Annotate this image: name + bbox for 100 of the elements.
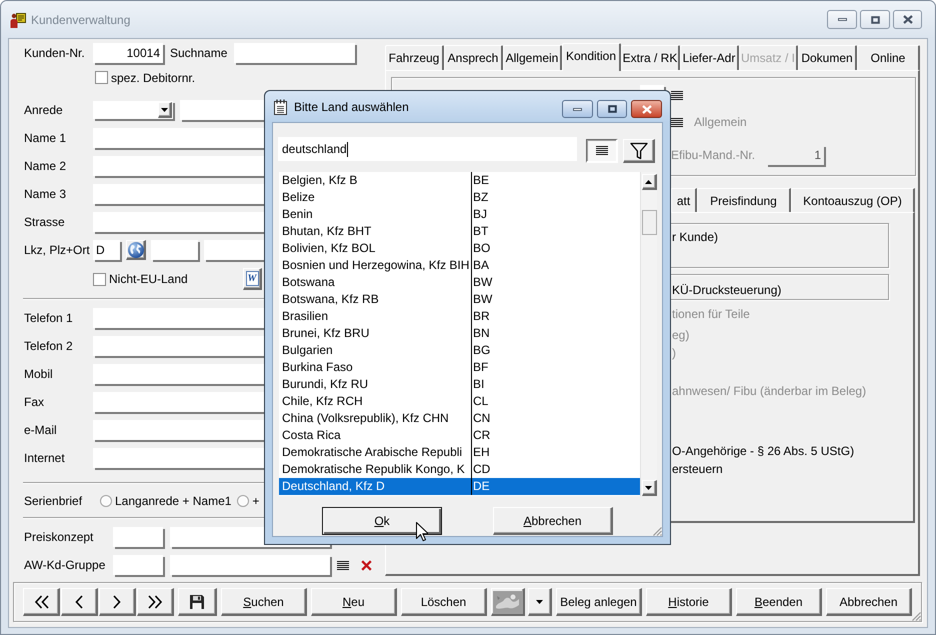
list-row[interactable]: Chile, Kfz RCH CL	[279, 393, 640, 410]
search-name-field[interactable]	[234, 43, 355, 63]
text-field[interactable]	[93, 392, 264, 412]
tab[interactable]: Liefer-Adr	[680, 45, 739, 70]
word-button[interactable]: W	[243, 268, 262, 290]
text-field[interactable]	[93, 448, 264, 468]
list-row[interactable]: Belize BZ	[279, 189, 640, 206]
toolbar-button[interactable]: Löschen	[401, 588, 487, 616]
list-row[interactable]: Belgien, Kfz B BE	[279, 172, 640, 189]
maximize-button[interactable]	[597, 100, 627, 118]
text-field[interactable]	[93, 308, 264, 328]
list-row[interactable]: Brunei, Kfz BRU BN	[279, 325, 640, 342]
tab[interactable]: Allgemein	[503, 45, 562, 70]
tab[interactable]: Extra / RK	[621, 45, 680, 70]
toolbar-button[interactable]: Neu	[311, 588, 397, 616]
dropdown-field[interactable]	[93, 101, 173, 119]
save-button[interactable]	[178, 588, 217, 616]
country-name: Botswana, Kfz RB	[279, 291, 472, 308]
country-name: China (Volksrepublik), Kfz CHN	[279, 410, 472, 427]
country-code: BO	[472, 240, 490, 257]
toolbar-button[interactable]: Abbrechen	[826, 588, 912, 616]
list-row[interactable]: Botswana, Kfz RB BW	[279, 291, 640, 308]
last-button[interactable]	[137, 588, 174, 616]
search-field[interactable]: deutschland	[278, 137, 577, 161]
list-icon[interactable]	[671, 118, 683, 126]
globe-button[interactable]	[126, 240, 146, 260]
minimize-button[interactable]	[562, 100, 593, 118]
dialog-button[interactable]: Abbrechen	[493, 507, 613, 535]
previous-button[interactable]	[61, 588, 98, 616]
toolbar-button[interactable]: Beenden	[736, 588, 822, 616]
radio-button[interactable]	[237, 494, 250, 506]
scroll-down-button[interactable]	[642, 480, 656, 496]
first-button[interactable]	[23, 588, 60, 616]
checkbox[interactable]	[93, 272, 106, 286]
close-button[interactable]	[893, 10, 922, 29]
checkbox[interactable]	[95, 71, 108, 84]
dialog-button[interactable]: Ok	[322, 507, 442, 535]
maximize-button[interactable]	[860, 10, 890, 29]
text-field[interactable]	[93, 156, 264, 176]
scrollbar-thumb[interactable]	[642, 210, 656, 235]
text-field[interactable]	[93, 184, 264, 204]
toolbar-button[interactable]: Historie	[646, 588, 732, 616]
list-row[interactable]: Burkina Faso BF	[279, 359, 640, 376]
text-field[interactable]	[93, 336, 264, 356]
list-row[interactable]: Deutschland, Kfz D DE	[279, 478, 640, 495]
tab[interactable]: att	[671, 188, 697, 212]
tab[interactable]: Kontoauszug (OP)	[791, 188, 915, 212]
close-button[interactable]	[631, 100, 662, 118]
list-row[interactable]: Benin BJ	[279, 206, 640, 223]
setting-label: tionen für Teile	[671, 307, 750, 321]
scrollbar-track[interactable]	[640, 172, 657, 496]
tab[interactable]: Preisfindung	[697, 188, 791, 212]
list-row[interactable]: Botswana BW	[279, 274, 640, 291]
customer-number-field[interactable]: 10014	[93, 43, 163, 63]
code-field[interactable]	[113, 555, 163, 575]
list-row[interactable]: Bhutan, Kfz BHT BT	[279, 223, 640, 240]
text-field[interactable]	[180, 100, 264, 120]
country-code: BW	[472, 291, 492, 308]
list-row[interactable]: Brasilien BR	[279, 308, 640, 325]
list-row[interactable]: Costa Rica CR	[279, 427, 640, 444]
resize-grip-icon[interactable]	[911, 611, 921, 621]
list-row[interactable]: Bulgarien BG	[279, 342, 640, 359]
list-row[interactable]: Bolivien, Kfz BOL BO	[279, 240, 640, 257]
cross-icon[interactable]	[361, 560, 372, 570]
scroll-up-button[interactable]	[642, 174, 656, 190]
dropdown-button[interactable]	[158, 102, 172, 118]
tab[interactable]: Kondition	[562, 43, 621, 71]
list-icon[interactable]	[671, 90, 683, 100]
text-field[interactable]	[93, 212, 264, 232]
list-row[interactable]: Burundi, Kfz RU BI	[279, 376, 640, 393]
tab[interactable]: Ansprech	[444, 45, 503, 70]
tab[interactable]: Dokumen	[798, 45, 857, 70]
minimize-button[interactable]	[827, 10, 857, 29]
tab[interactable]: Online	[857, 45, 920, 70]
dropdown-button[interactable]	[528, 588, 552, 616]
list-row[interactable]: Bosnien und Herzegowina, Kfz BIH BA	[279, 257, 640, 274]
text-field[interactable]	[93, 128, 264, 148]
maximize-icon	[870, 16, 880, 24]
next-button[interactable]	[99, 588, 136, 616]
radio-button[interactable]	[100, 494, 112, 506]
country-name: Belgien, Kfz B	[279, 172, 472, 189]
list-row[interactable]: China (Volksrepublik), Kfz CHN CN	[279, 410, 640, 427]
country-code: DE	[472, 478, 490, 495]
toolbar-button[interactable]: Suchen	[221, 588, 307, 616]
tab[interactable]: Fahrzeug	[385, 45, 444, 70]
postal-code-field[interactable]	[151, 240, 198, 260]
text-field[interactable]	[93, 364, 264, 384]
list-row[interactable]: Demokratische Arabische Republi EH	[279, 444, 640, 461]
list-icon[interactable]	[337, 560, 349, 570]
text-field[interactable]	[93, 420, 264, 440]
country-code-field[interactable]: D	[93, 240, 120, 260]
code-field[interactable]	[113, 527, 163, 547]
toolbar-button[interactable]: Beleg anlegen	[556, 588, 642, 616]
list-button[interactable]	[586, 139, 618, 163]
filter-button[interactable]	[623, 139, 655, 163]
country-code: BJ	[472, 206, 488, 223]
resize-grip-icon[interactable]	[652, 526, 662, 536]
city-field[interactable]	[204, 240, 264, 260]
text-field[interactable]	[170, 555, 330, 575]
country-name: Brunei, Kfz BRU	[279, 325, 472, 342]
